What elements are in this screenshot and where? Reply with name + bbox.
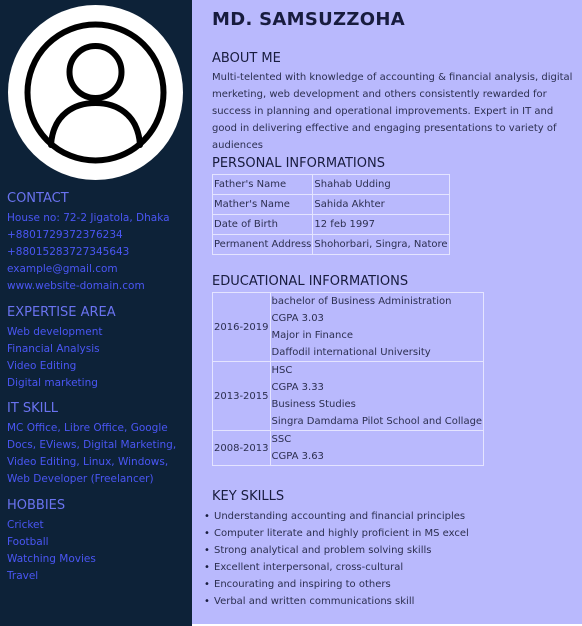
list-item: • Excellent interpersonal, cross-cultural (204, 559, 469, 576)
row-value: Shohorbari, Singra, Natore (312, 234, 450, 255)
row-label: Father's Name (211, 174, 314, 195)
skill-text: Excellent interpersonal, cross-cultural (214, 562, 404, 573)
expertise-item: Digital marketing (7, 377, 98, 389)
hobby-item: Travel (7, 570, 39, 582)
personal-heading: PERSONAL INFORMATIONS (212, 156, 385, 171)
bullet-icon: • (204, 528, 210, 539)
table-row: Date of Birth 12 feb 1997 (211, 214, 450, 235)
edu-major: Major in Finance (271, 330, 354, 341)
list-item: • Strong analytical and problem solving s… (204, 542, 469, 559)
skill-text: Encourating and inspiring to others (214, 579, 391, 590)
bullet-icon: • (204, 545, 210, 556)
table-row: Father's Name Shahab Udding (211, 174, 450, 195)
skills-list: • Understanding accounting and financial … (204, 508, 469, 610)
avatar (8, 5, 183, 180)
main-content: MD. SAMSUZZOHA ABOUT ME Multi-telented w… (192, 0, 582, 624)
expertise-item: Video Editing (7, 360, 77, 372)
expertise-section: EXPERTISE AREA Web development Financial… (7, 305, 187, 392)
list-item: • Computer literate and highly proficient… (204, 525, 469, 542)
it-skill-section: IT SKILL MC Office, Libre Office, Google… (7, 401, 187, 488)
edu-years: 2008-2013 (212, 430, 271, 466)
edu-cgpa: CGPA 3.63 (271, 451, 324, 462)
edu-degree: HSC (271, 365, 293, 376)
person-name: MD. SAMSUZZOHA (212, 9, 405, 30)
table-row: 2016-2019 bachelor of Business Administr… (212, 292, 485, 362)
contact-phone-2[interactable]: +88015283727345643 (7, 244, 187, 261)
resume-page: CONTACT House no: 72-2 Jigatola, Dhaka +… (0, 0, 582, 626)
row-value: Shahab Udding (312, 174, 450, 195)
skill-text: Strong analytical and problem solving sk… (214, 545, 432, 556)
edu-details: bachelor of Business Administration CGPA… (269, 292, 485, 362)
education-table: 2016-2019 bachelor of Business Administr… (212, 292, 485, 466)
table-row: Mather's Name Sahida Akhter (211, 194, 450, 215)
personal-info-table: Father's Name Shahab Udding Mather's Nam… (211, 174, 450, 255)
edu-degree: bachelor of Business Administration (271, 296, 452, 307)
edu-major: Business Studies (271, 399, 356, 410)
edu-institution: Daffodil international University (271, 347, 431, 358)
edu-details: SSC CGPA 3.63 (269, 430, 485, 466)
contact-email[interactable]: example@gmail.com (7, 261, 187, 278)
contact-phone-1[interactable]: +8801729372376234 (7, 227, 187, 244)
row-label: Mather's Name (211, 194, 314, 215)
contact-section: CONTACT House no: 72-2 Jigatola, Dhaka +… (7, 191, 187, 295)
contact-website[interactable]: www.website-domain.com (7, 278, 187, 295)
table-row: 2013-2015 HSC CGPA 3.33 Business Studies… (212, 361, 485, 431)
about-heading: ABOUT ME (212, 51, 281, 66)
expertise-heading: EXPERTISE AREA (7, 305, 116, 320)
row-label: Permanent Address (211, 234, 314, 255)
expertise-item: Financial Analysis (7, 343, 100, 355)
bullet-icon: • (204, 562, 210, 573)
skill-text: Verbal and written communications skill (214, 596, 415, 607)
row-value: Sahida Akhter (312, 194, 450, 215)
bullet-icon: • (204, 511, 210, 522)
edu-years: 2013-2015 (212, 361, 271, 431)
row-value: 12 feb 1997 (312, 214, 450, 235)
edu-details: HSC CGPA 3.33 Business Studies Singra Da… (269, 361, 485, 431)
sidebar: CONTACT House no: 72-2 Jigatola, Dhaka +… (0, 0, 192, 626)
contact-address: House no: 72-2 Jigatola, Dhaka (7, 212, 170, 224)
skills-heading: KEY SKILLS (212, 489, 285, 504)
list-item: • Encourating and inspiring to others (204, 576, 469, 593)
hobbies-heading: HOBBIES (7, 498, 66, 513)
contact-heading: CONTACT (7, 191, 69, 206)
row-label: Date of Birth (211, 214, 314, 235)
edu-institution: Singra Damdama Pilot School and Collage (271, 416, 483, 427)
skill-text: Understanding accounting and financial p… (214, 511, 466, 522)
edu-years: 2016-2019 (212, 292, 271, 362)
hobby-item: Football (7, 536, 49, 548)
education-heading: EDUCATIONAL INFORMATIONS (212, 274, 409, 289)
table-row: 2008-2013 SSC CGPA 3.63 (212, 430, 485, 466)
edu-cgpa: CGPA 3.03 (271, 313, 324, 324)
table-row: Permanent Address Shohorbari, Singra, Na… (211, 234, 450, 255)
it-skill-heading: IT SKILL (7, 401, 59, 416)
skill-text: Computer literate and highly proficient … (214, 528, 469, 539)
hobbies-section: HOBBIES Cricket Football Watching Movies… (7, 498, 187, 585)
bullet-icon: • (204, 596, 210, 607)
hobby-item: Watching Movies (7, 553, 96, 565)
about-text: Multi-telented with knowledge of account… (212, 72, 573, 151)
list-item: • Verbal and written communications skill (204, 593, 469, 610)
edu-cgpa: CGPA 3.33 (271, 382, 324, 393)
hobby-item: Cricket (7, 519, 44, 531)
user-avatar-icon (24, 21, 167, 164)
edu-degree: SSC (271, 434, 292, 445)
it-skill-text: MC Office, Libre Office, Google Docs, EV… (7, 422, 177, 485)
expertise-item: Web development (7, 326, 103, 338)
list-item: • Understanding accounting and financial … (204, 508, 469, 525)
bullet-icon: • (204, 579, 210, 590)
